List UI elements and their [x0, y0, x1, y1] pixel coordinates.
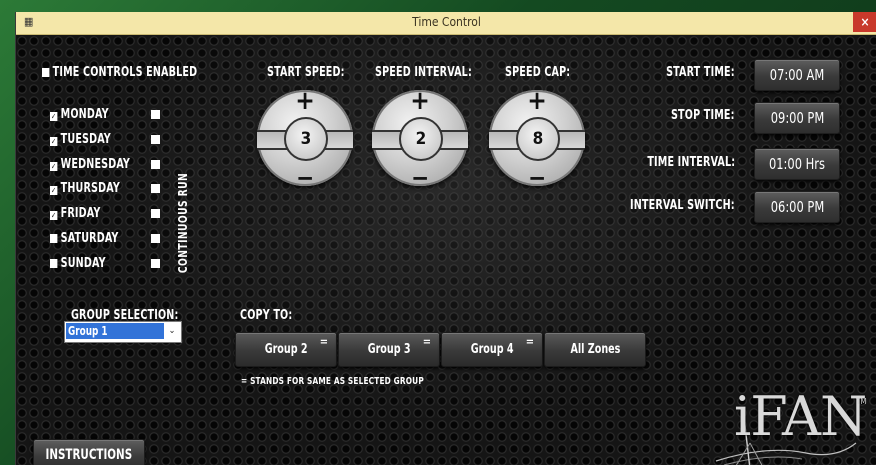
day-checkbox-sunday[interactable]: SUNDAY — [50, 256, 106, 271]
day-checkbox-monday[interactable]: ✓ MONDAY — [50, 107, 109, 122]
decrease-speed-cap-button[interactable]: − — [489, 166, 585, 190]
increase-speed-interval-button[interactable]: + — [372, 86, 468, 116]
speed-interval-dial[interactable]: + 2 − — [372, 86, 468, 190]
stop-time-label: STOP TIME: — [671, 108, 735, 123]
day-checkbox-friday[interactable]: ✓ FRIDAY — [50, 206, 100, 221]
time-controls-enabled-checkbox[interactable]: TIME CONTROLS ENABLED — [42, 65, 197, 80]
time-interval-label: TIME INTERVAL: — [647, 155, 735, 170]
day-label: SUNDAY — [60, 256, 106, 271]
continuous-run-checkbox-thursday[interactable] — [151, 184, 160, 193]
day-checkbox-tuesday[interactable]: ✓ TUESDAY — [50, 132, 111, 147]
day-checkbox-saturday[interactable]: SATURDAY — [50, 231, 119, 246]
day-label: MONDAY — [60, 107, 109, 122]
start-speed-label: START SPEED: — [267, 65, 345, 80]
day-label: TUESDAY — [60, 132, 111, 147]
continuous-run-checkbox-saturday[interactable] — [151, 234, 160, 243]
speed-interval-label: SPEED INTERVAL: — [375, 65, 472, 80]
copy-note: = STANDS FOR SAME AS SELECTED GROUP — [241, 376, 424, 387]
speed-cap-dial[interactable]: + 8 − — [489, 86, 585, 190]
day-label: FRIDAY — [60, 206, 101, 221]
continuous-run-checkbox-friday[interactable] — [151, 209, 160, 218]
ifan-logo: iFAN TM — [706, 383, 867, 465]
interval-switch-label: INTERVAL SWITCH: — [630, 198, 735, 213]
speed-interval-value: 2 — [399, 117, 443, 161]
continuous-run-checkbox-wednesday[interactable] — [151, 160, 160, 169]
close-button[interactable]: × — [853, 12, 876, 32]
checkmark-icon: ✓ — [50, 162, 58, 171]
checkbox-icon — [50, 259, 58, 268]
speed-cap-label: SPEED CAP: — [505, 65, 571, 80]
time-control-window: ▦ Time Control × TIME CONTROLS ENABLED ✓… — [15, 12, 876, 465]
checkbox-icon — [50, 234, 58, 243]
continuous-run-checkbox-sunday[interactable] — [151, 259, 160, 268]
decrease-speed-interval-button[interactable]: − — [372, 166, 468, 190]
logo-text: iFAN — [734, 385, 867, 448]
day-checkbox-wednesday[interactable]: ✓ WEDNESDAY — [50, 157, 130, 172]
continuous-run-label: CONTINUOUS RUN — [176, 172, 190, 274]
copy-to-label: COPY TO: — [240, 308, 293, 323]
increase-start-speed-button[interactable]: + — [257, 86, 353, 116]
logo-trademark: TM — [856, 397, 867, 406]
checkmark-icon: ✓ — [50, 211, 58, 220]
decrease-start-speed-button[interactable]: − — [257, 166, 353, 190]
main-panel: TIME CONTROLS ENABLED ✓ MONDAY ✓ TUESDAY ✓… — [16, 35, 876, 465]
checkmark-icon: ✓ — [50, 186, 58, 195]
chevron-down-icon: ⌄ — [168, 326, 176, 336]
day-label: WEDNESDAY — [60, 157, 131, 172]
checkbox-icon — [42, 68, 50, 77]
interval-switch-button[interactable]: 06:00 PM — [754, 191, 840, 223]
start-speed-value: 3 — [284, 117, 328, 161]
window-title: Time Control — [412, 15, 481, 29]
day-label: SATURDAY — [60, 231, 119, 246]
copy-to-all-zones-button[interactable]: All Zones — [544, 332, 646, 367]
time-interval-button[interactable]: 01:00 Hrs — [754, 148, 840, 180]
instructions-button[interactable]: INSTRUCTIONS — [33, 439, 145, 465]
continuous-run-checkbox-monday[interactable] — [151, 110, 160, 119]
group-select-dropdown[interactable]: Group 1 ⌄ — [64, 321, 182, 343]
copy-to-group-3-button[interactable]: Group 3 = — [338, 332, 440, 367]
start-time-label: START TIME: — [666, 65, 735, 80]
checkmark-icon: ✓ — [50, 112, 58, 121]
continuous-run-checkbox-tuesday[interactable] — [151, 135, 160, 144]
same-as-selected-indicator: = — [422, 335, 431, 348]
group-select-value: Group 1 — [66, 323, 164, 339]
stop-time-button[interactable]: 09:00 PM — [754, 102, 840, 134]
speed-cap-value: 8 — [516, 117, 560, 161]
start-speed-dial[interactable]: + 3 − — [257, 86, 353, 190]
time-controls-enabled-label: TIME CONTROLS ENABLED — [52, 65, 198, 80]
title-bar: ▦ Time Control × — [16, 12, 876, 35]
start-time-button[interactable]: 07:00 AM — [754, 59, 840, 91]
copy-to-group-4-button[interactable]: Group 4 = — [441, 332, 543, 367]
same-as-selected-indicator: = — [319, 335, 328, 348]
copy-to-group-2-button[interactable]: Group 2 = — [235, 332, 337, 367]
checkmark-icon: ✓ — [50, 137, 58, 146]
day-checkbox-thursday[interactable]: ✓ THURSDAY — [50, 181, 120, 196]
day-label: THURSDAY — [60, 181, 120, 196]
same-as-selected-indicator: = — [525, 335, 534, 348]
increase-speed-cap-button[interactable]: + — [489, 86, 585, 116]
